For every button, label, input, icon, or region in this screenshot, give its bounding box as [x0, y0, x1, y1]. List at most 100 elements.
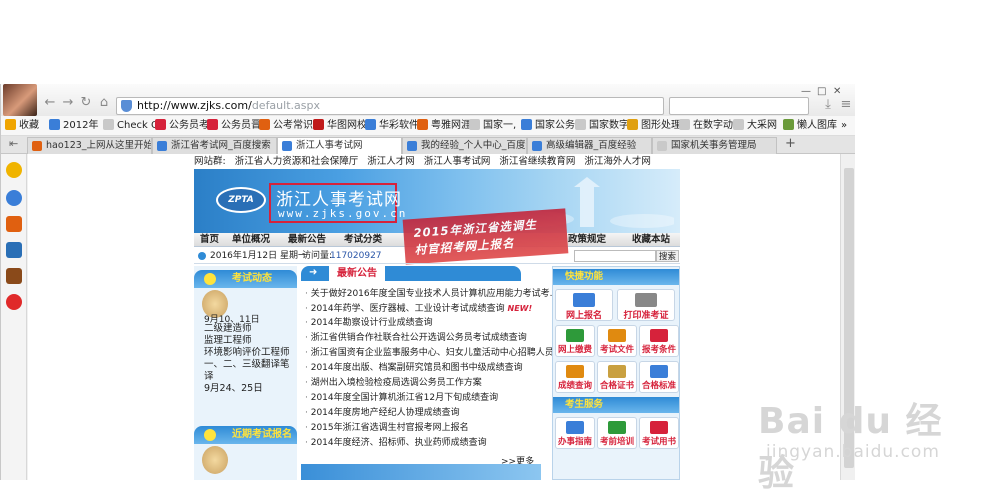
score-query-button[interactable]: 成绩查询 [555, 361, 595, 393]
pen-icon [650, 365, 668, 378]
site-link[interactable]: 浙江海外人才网 [584, 156, 651, 167]
tab-search[interactable]: 浙江省考试网_百度搜索 [152, 137, 277, 154]
bookmark-item[interactable]: 国家数字 [575, 119, 629, 133]
exam-news-item[interactable]: 二级建造师 [204, 323, 297, 335]
back-icon[interactable]: ← [43, 96, 57, 110]
bookmark-item[interactable]: 国家公务 [521, 119, 575, 133]
requirements-button[interactable]: 报考条件 [639, 325, 679, 357]
maximize-button[interactable]: □ [817, 86, 826, 97]
pass-standard-button[interactable]: 合格标准 [639, 361, 679, 393]
tab-editor[interactable]: 高级编辑器_百度经验 [527, 137, 652, 154]
home-icon[interactable]: ⌂ [97, 96, 111, 110]
weibo-icon[interactable] [6, 294, 22, 310]
site-search-button[interactable]: 搜索 [656, 250, 680, 262]
exam-news-item[interactable]: 环境影响评价工程师 [204, 347, 297, 359]
news-item[interactable]: 2014年度全国计算机浙江省12月下旬成绩查询 [305, 391, 553, 406]
news-item[interactable]: 2014年药学、医疗器械、工业设计考试成绩查询 NEW! [305, 301, 553, 316]
bookmark-item[interactable]: 收藏 [5, 119, 39, 133]
tab-list-icon[interactable]: ⇤ [9, 137, 18, 150]
exam-documents-button[interactable]: 考试文件 [597, 325, 637, 357]
site-icon [783, 119, 794, 130]
new-tab-icon[interactable]: + [785, 136, 796, 151]
tab-gov[interactable]: 国家机关事务管理局 [652, 137, 777, 154]
bookmark-item[interactable]: 华图网校 [313, 119, 367, 133]
print-admission-button[interactable]: 打印准考证 [617, 289, 675, 321]
news-item[interactable]: 关于做好2016年度全国专业技术人员计算机应用能力考试考... NEW! [305, 286, 553, 301]
forward-icon[interactable]: → [61, 96, 75, 110]
menu-icon[interactable]: ≡ [839, 98, 853, 112]
book-icon[interactable] [6, 268, 22, 284]
bookmark-item[interactable]: 粤雅网涯 [417, 119, 471, 133]
menu-about[interactable]: 单位概况 [232, 233, 270, 247]
book-icon [608, 421, 626, 434]
bulb-icon [204, 429, 216, 441]
news-item[interactable]: 湖州出入境检验检疫局选调公务员工作方案 [305, 376, 553, 391]
site-icon [521, 119, 532, 130]
star-icon[interactable] [6, 162, 22, 178]
menu-bookmark[interactable]: 收藏本站 [632, 233, 670, 247]
menu-policies[interactable]: 政策规定 [568, 233, 606, 247]
bookmark-item[interactable]: 公务员考 [155, 119, 209, 133]
site-link[interactable]: 浙江人事考试网 [424, 156, 491, 167]
exam-news-item[interactable]: 一、二、三级翻译笔译 [204, 359, 297, 383]
minimize-button[interactable]: — [801, 86, 811, 97]
menu-announcements[interactable]: 最新公告 [288, 233, 326, 247]
shield-icon [121, 100, 132, 112]
training-button[interactable]: 考前培训 [597, 417, 637, 449]
news-item[interactable]: 2015年浙江省选调生村官报考网上报名 [305, 421, 553, 436]
bookmark-item[interactable]: Check O [103, 119, 159, 133]
announcements-column: ➜ 最新公告 关于做好2016年度全国专业技术人员计算机应用能力考试考... N… [301, 266, 553, 480]
news-item[interactable]: 浙江省供销合作社联合社公开选调公务员考试成绩查询 [305, 331, 553, 346]
bookmark-item[interactable]: 公考常识 [259, 119, 313, 133]
bottom-banner[interactable] [301, 464, 541, 480]
online-payment-button[interactable]: 网上缴费 [555, 325, 595, 357]
service-guide-button[interactable]: 办事指南 [555, 417, 595, 449]
visits-label: 访问量: [302, 251, 333, 261]
menu-exam-types[interactable]: 考试分类 [344, 233, 382, 247]
refresh-icon[interactable]: ↻ [79, 96, 93, 110]
site-icon [207, 119, 218, 130]
site-link[interactable]: 浙江人才网 [367, 156, 415, 167]
exam-news-item[interactable]: 9月24、25日 [204, 383, 297, 395]
bookmark-item[interactable]: 国家一, [469, 119, 516, 133]
computer-icon [573, 293, 595, 307]
search-box[interactable] [669, 97, 809, 115]
app-icon[interactable] [6, 216, 22, 232]
exam-news-item[interactable]: 监理工程师 [204, 335, 297, 347]
bookmark-item[interactable]: 2012年 [49, 119, 98, 133]
tab-hao123[interactable]: hao123_上网从这里开始 [27, 137, 152, 154]
close-button[interactable]: ✕ [833, 86, 841, 97]
download-icon[interactable]: ⤓ [821, 98, 835, 112]
more-bookmarks-icon[interactable]: » [841, 119, 847, 133]
star-icon [5, 119, 16, 130]
site-link[interactable]: 浙江省继续教育网 [499, 156, 575, 167]
exam-books-button[interactable]: 考试用书 [639, 417, 679, 449]
bookmark-item[interactable]: 大采网 [733, 119, 777, 133]
news-item[interactable]: 2014年度出版、档案副研究馆员和图书中级成绩查询 [305, 361, 553, 376]
bookmark-item[interactable]: 公务员晋 [207, 119, 261, 133]
tab-zjks[interactable]: 浙江人事考试网 [277, 137, 402, 154]
bookmark-item[interactable]: 懒人图库 [783, 119, 837, 133]
news-item[interactable]: 2014年勘察设计行业成绩查询 [305, 316, 553, 331]
certificate-button[interactable]: 合格证书 [597, 361, 637, 393]
news-item[interactable]: 2014年度房地产经纪人协理成绩查询 [305, 406, 553, 421]
url-host: http://www.zjks.com/ [137, 99, 252, 112]
menu-home[interactable]: 首页 [200, 233, 219, 247]
clock-icon [198, 252, 206, 260]
bookmark-item[interactable]: 在数字动 [679, 119, 733, 133]
user-avatar[interactable] [3, 84, 37, 116]
tieba-icon[interactable] [6, 242, 22, 258]
news-item[interactable]: 2014年度经济、招标师、执业药师成绩查询 [305, 436, 553, 451]
bookmark-item[interactable]: 图形处理 [627, 119, 681, 133]
site-link[interactable]: 浙江省人力资源和社会保障厅 [235, 156, 359, 167]
news-item[interactable]: 浙江省国资有企业监事服务中心、妇女儿童活动中心招聘人员考... [305, 346, 553, 361]
page-icon [679, 119, 690, 130]
site-icon [365, 119, 376, 130]
online-registration-button[interactable]: 网上报名 [555, 289, 613, 321]
site-search-input[interactable] [574, 250, 656, 262]
address-bar[interactable]: http://www.zjks.com/default.aspx [116, 97, 664, 115]
tab-site-icon [282, 141, 292, 151]
bookmark-item[interactable]: 华彩软件 [365, 119, 419, 133]
tab-jingyan-center[interactable]: 我的经验_个人中心_百度经 [402, 137, 527, 154]
cloud-icon[interactable] [6, 190, 22, 206]
